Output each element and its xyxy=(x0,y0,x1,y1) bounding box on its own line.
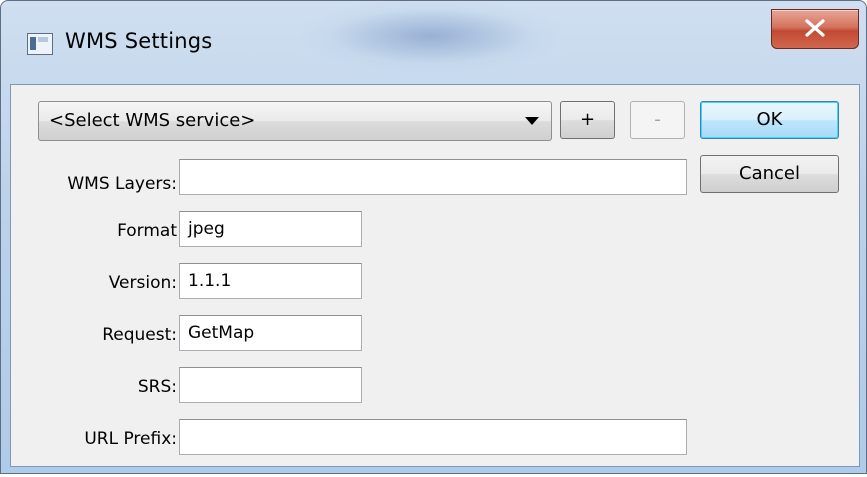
app-icon xyxy=(27,33,53,55)
close-button[interactable] xyxy=(771,9,859,49)
title-bar[interactable]: WMS Settings xyxy=(1,1,866,81)
chevron-down-icon xyxy=(525,117,539,125)
wms-service-selected-value: <Select WMS service> xyxy=(49,110,256,131)
version-input[interactable]: 1.1.1 xyxy=(179,263,362,299)
wms-service-select[interactable]: <Select WMS service> xyxy=(38,101,552,141)
wms-settings-dialog: WMS Settings <Select WMS service> + - OK… xyxy=(0,0,867,474)
srs-input[interactable] xyxy=(179,367,362,403)
format-input[interactable]: jpeg xyxy=(179,211,362,247)
close-icon xyxy=(805,19,825,37)
format-label: Format xyxy=(117,221,177,241)
title-bar-glow xyxy=(301,1,561,71)
url-prefix-input[interactable] xyxy=(179,419,687,455)
request-input[interactable]: GetMap xyxy=(179,315,362,351)
ok-button[interactable]: OK xyxy=(700,101,839,139)
cancel-button[interactable]: Cancel xyxy=(700,155,839,193)
window-title: WMS Settings xyxy=(65,29,213,53)
url-prefix-label: URL Prefix: xyxy=(84,429,177,449)
version-label: Version: xyxy=(108,273,177,293)
request-label: Request: xyxy=(102,325,177,345)
add-service-button[interactable]: + xyxy=(560,101,615,139)
remove-service-button[interactable]: - xyxy=(630,101,685,139)
dialog-client-area: <Select WMS service> + - OK Cancel WMS L… xyxy=(10,84,860,467)
wms-layers-label: WMS Layers: xyxy=(67,174,177,194)
wms-layers-input[interactable] xyxy=(179,159,687,195)
srs-label: SRS: xyxy=(137,377,177,397)
